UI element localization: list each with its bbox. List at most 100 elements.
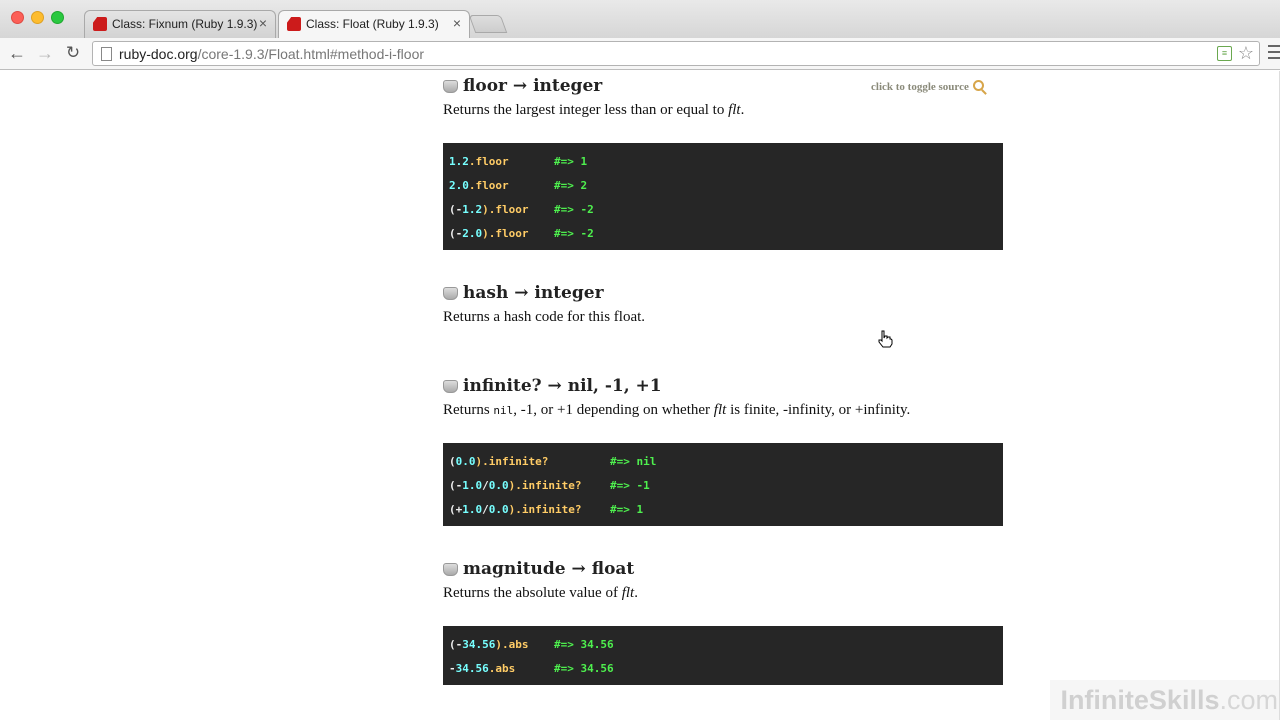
- code-token: 34.56: [462, 638, 496, 651]
- code-example: (0.0).infinite? #=> nil (-1.0/0.0).infinit…: [443, 443, 1003, 526]
- method-gem-icon: [443, 287, 458, 300]
- watermark: InfiniteSkills.com: [1050, 680, 1280, 720]
- code-token: 1.0: [462, 479, 483, 492]
- doc-page: floor → integer click to toggle source R…: [0, 71, 1280, 720]
- code-token: /: [482, 479, 489, 492]
- close-window-button[interactable]: [11, 11, 24, 24]
- new-tab-button[interactable]: [468, 15, 508, 33]
- code-token: 1.2: [462, 203, 483, 216]
- code-line: (-1.2).floor: [449, 203, 528, 216]
- watermark-brand: InfiniteSkills: [1060, 685, 1220, 715]
- code-line: 2.0.floor: [449, 179, 509, 192]
- desc-text: Returns the absolute value of: [443, 585, 622, 601]
- code-token: ).floor: [482, 227, 529, 240]
- ruby-favicon-icon: [93, 17, 107, 31]
- method-heading[interactable]: infinite? → nil, -1, +1: [443, 376, 662, 396]
- method-heading[interactable]: floor → integer: [443, 76, 602, 96]
- code-line: (0.0).infinite?: [449, 455, 548, 468]
- minimize-window-button[interactable]: [31, 11, 44, 24]
- ruby-favicon-icon: [287, 17, 301, 31]
- extension-icon[interactable]: ≡: [1217, 46, 1232, 61]
- code-token: (: [449, 455, 456, 468]
- desc-arg: flt: [621, 585, 635, 601]
- method-gem-icon: [443, 563, 458, 576]
- code-comment: #=> 2: [554, 179, 588, 192]
- code-token: ).floor: [482, 203, 529, 216]
- method-heading[interactable]: hash → integer: [443, 283, 604, 303]
- desc-arg: flt: [713, 402, 727, 418]
- code-token: .abs: [488, 662, 516, 675]
- method-signature: infinite? → nil, -1, +1: [463, 376, 662, 396]
- tab-close-icon[interactable]: ×: [259, 15, 267, 31]
- forward-arrow-icon[interactable]: →: [34, 42, 56, 64]
- method-gem-icon: [443, 380, 458, 393]
- code-line: (+1.0/0.0).infinite?: [449, 503, 581, 516]
- code-comment: #=> nil: [610, 455, 657, 468]
- code-comment: #=> 1: [610, 503, 644, 516]
- method-description: Returns the largest integer less than or…: [443, 102, 744, 119]
- url-path: /core-1.9.3/Float.html#method-i-floor: [197, 46, 425, 62]
- method-signature: floor → integer: [463, 76, 603, 96]
- magnifier-icon: [972, 80, 984, 91]
- code-example: 1.2 .floor #=> 1 2.0.floor #=> 2 (-1.2).floor…: [443, 143, 1003, 250]
- tab-title: Class: Float (Ruby 1.9.3): [306, 17, 439, 31]
- desc-code: nil: [493, 404, 514, 417]
- code-comment: #=> -2: [554, 227, 594, 240]
- code-token: ).abs: [495, 638, 529, 651]
- watermark-tld: .com: [1219, 685, 1278, 715]
- method-description: Returns a hash code for this float.: [443, 309, 646, 325]
- code-token: 2.0: [449, 179, 469, 192]
- code-token: /: [482, 503, 489, 516]
- browser-toolbar: ← → ↻ ruby-doc.org/core-1.9.3/Float.html…: [0, 38, 1280, 70]
- toggle-source-link[interactable]: click to toggle source: [871, 80, 984, 93]
- code-example: (-34.56).abs #=> 34.56 -34.56.abs #=> 34.56: [443, 626, 1003, 685]
- url-host: ruby-doc.org: [119, 46, 198, 62]
- code-line: -34.56.abs: [449, 662, 515, 675]
- code-token: (-: [449, 227, 463, 240]
- code-token: .floor: [468, 179, 509, 192]
- back-arrow-icon[interactable]: ←: [6, 42, 28, 64]
- menu-icon[interactable]: [1266, 41, 1280, 63]
- code-token: -: [449, 662, 456, 675]
- method-description: Returns nil, -1, or +1 depending on whet…: [443, 402, 910, 419]
- code-token: ).infinite?: [508, 503, 582, 516]
- code-comment: #=> 34.56: [554, 662, 614, 675]
- bookmark-star-icon[interactable]: ☆: [1238, 43, 1254, 64]
- zoom-window-button[interactable]: [51, 11, 64, 24]
- code-token: (-: [449, 203, 463, 216]
- code-comment: #=> 34.56: [554, 638, 614, 651]
- code-comment: #=> -2: [554, 203, 594, 216]
- tab-float[interactable]: Class: Float (Ruby 1.9.3) ×: [278, 10, 470, 38]
- hand-cursor-icon: [878, 330, 893, 348]
- window-titlebar: Class: Fixnum (Ruby 1.9.3) × Class: Floa…: [0, 0, 1280, 38]
- address-bar[interactable]: ruby-doc.org/core-1.9.3/Float.html#metho…: [92, 41, 1260, 66]
- desc-text: .: [634, 585, 638, 601]
- code-token: 0.0: [488, 503, 509, 516]
- code-comment: #=> 1: [554, 155, 588, 168]
- desc-arg: flt: [728, 102, 741, 118]
- desc-text: .: [740, 102, 745, 118]
- desc-text: is finite, -infinity, or +infinity.: [726, 402, 911, 418]
- code-token: 0.0: [455, 455, 476, 468]
- tab-close-icon[interactable]: ×: [453, 15, 461, 31]
- url-text[interactable]: ruby-doc.org/core-1.9.3/Float.html#metho…: [119, 46, 424, 62]
- reload-icon[interactable]: ↻: [62, 42, 84, 64]
- method-signature: magnitude → float: [463, 559, 635, 579]
- tab-title: Class: Fixnum (Ruby 1.9.3): [112, 17, 258, 31]
- code-token: 2.0: [462, 227, 483, 240]
- method-heading[interactable]: magnitude → float: [443, 559, 634, 579]
- tab-fixnum[interactable]: Class: Fixnum (Ruby 1.9.3) ×: [84, 10, 276, 38]
- code-token: (+: [449, 503, 463, 516]
- code-line: (-1.0/0.0).infinite?: [449, 479, 581, 492]
- code-token: 34.56: [455, 662, 489, 675]
- method-description: Returns the absolute value of flt.: [443, 585, 638, 602]
- code-line: (-34.56).abs: [449, 638, 529, 651]
- code-line: (-2.0).floor: [449, 227, 528, 240]
- code-token: 0.0: [488, 479, 509, 492]
- desc-text: Returns the largest integer less than or…: [443, 102, 729, 118]
- method-gem-icon: [443, 80, 458, 93]
- method-signature: hash → integer: [463, 283, 604, 303]
- desc-text: , -1, or +1 depending on whether: [513, 402, 714, 418]
- code-token: (-: [449, 638, 463, 651]
- code-comment: #=> -1: [610, 479, 650, 492]
